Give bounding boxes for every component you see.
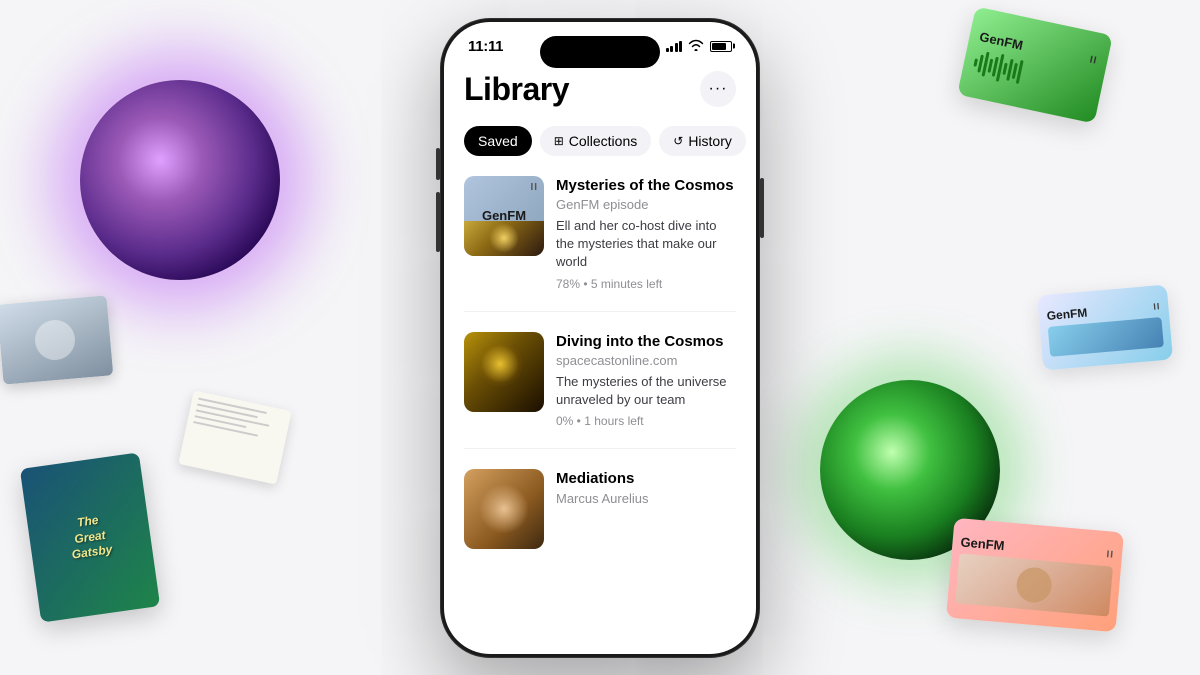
item-thumbnail-2 (464, 332, 544, 412)
item-meta-1: 78% • 5 minutes left (556, 277, 736, 291)
photo-card-left (0, 295, 113, 384)
item-info-2: Diving into the Cosmos spacecastonline.c… (556, 332, 736, 429)
item-info-1: Mysteries of the Cosmos GenFM episode El… (556, 176, 736, 291)
item-title-1: Mysteries of the Cosmos (556, 176, 736, 196)
pause-icon-bottom: II (1106, 549, 1114, 561)
dynamic-island (540, 36, 660, 68)
genfm-mid-image (1048, 317, 1164, 357)
genfm-bottom-label: GenFM (960, 534, 1005, 553)
tab-history-label: History (688, 133, 732, 149)
signal-icon (666, 40, 683, 52)
library-list: II GenFM Mysteries of the Cosmos GenFM e… (464, 176, 736, 570)
pause-icon-top: II (1089, 54, 1099, 66)
item-meta-2: 0% • 1 hours left (556, 414, 736, 428)
gatsby-book-title: TheGreatGatsby (58, 502, 123, 572)
tab-collections-label: Collections (569, 133, 637, 149)
more-button[interactable]: ··· (700, 71, 736, 107)
item-title-2: Diving into the Cosmos (556, 332, 736, 352)
power-button-bar (760, 178, 764, 238)
genfm-bottom-image (955, 553, 1113, 616)
library-item[interactable]: Diving into the Cosmos spacecastonline.c… (464, 332, 736, 450)
wave-bar (974, 58, 979, 66)
purple-cone-decoration (80, 80, 280, 280)
tab-collections[interactable]: ⊞ Collections (540, 126, 652, 156)
phone-body: 11:11 (440, 18, 760, 658)
tab-saved-label: Saved (478, 133, 518, 149)
library-title: Library (464, 71, 569, 108)
item-source-1: GenFM episode (556, 197, 736, 212)
genfm-mid-label: GenFM (1046, 305, 1088, 322)
volume-buttons (436, 148, 440, 252)
item-description-2: The mysteries of the universe unraveled … (556, 373, 736, 409)
item-thumbnail-1: II GenFM (464, 176, 544, 256)
battery-icon (710, 41, 732, 52)
genfm-card-top: GenFM II (957, 6, 1113, 123)
item-source-2: spacecastonline.com (556, 353, 736, 368)
paper-card (178, 390, 291, 484)
pause-icon: II (530, 182, 538, 193)
meditations-glow (479, 484, 529, 534)
library-header: Library ··· (464, 71, 736, 108)
battery-fill (712, 43, 726, 50)
pause-icon-mid: II (1153, 301, 1161, 312)
genfm-thumb-label: GenFM (482, 208, 526, 223)
volume-down-button (436, 192, 440, 252)
waveform-top (971, 47, 1024, 86)
status-time: 11:11 (468, 38, 503, 55)
tab-saved[interactable]: Saved (464, 126, 532, 156)
item-thumbnail-3 (464, 469, 544, 549)
library-item[interactable]: Mediations Marcus Aurelius (464, 469, 736, 569)
history-icon: ↺ (673, 134, 683, 148)
item-info-3: Mediations Marcus Aurelius (556, 469, 736, 511)
paper-lines (193, 398, 284, 442)
genfm-card-mid: GenFM II (1037, 284, 1173, 370)
item-source-3: Marcus Aurelius (556, 491, 736, 506)
power-button (760, 178, 764, 238)
tab-history[interactable]: ↺ History (659, 126, 746, 156)
thumb-cosmos-image (464, 221, 544, 256)
phone-screen: 11:11 (444, 22, 756, 654)
collections-icon: ⊞ (554, 134, 564, 148)
genfm-card-bottom: GenFM II (946, 518, 1124, 632)
status-icons (666, 39, 733, 54)
library-item[interactable]: II GenFM Mysteries of the Cosmos GenFM e… (464, 176, 736, 312)
tabs-container: Saved ⊞ Collections ↺ History (464, 126, 736, 156)
cosmos-glow (478, 341, 523, 386)
app-content: Library ··· Saved ⊞ Collections ↺ (444, 63, 756, 635)
wifi-icon (688, 39, 704, 54)
item-description-1: Ell and her co-host dive into the myster… (556, 217, 736, 272)
volume-up-button (436, 148, 440, 180)
more-dots-icon: ··· (709, 81, 728, 97)
item-title-3: Mediations (556, 469, 736, 489)
gatsby-book-card: TheGreatGatsby (20, 452, 160, 622)
phone-mockup: 11:11 (440, 18, 760, 658)
